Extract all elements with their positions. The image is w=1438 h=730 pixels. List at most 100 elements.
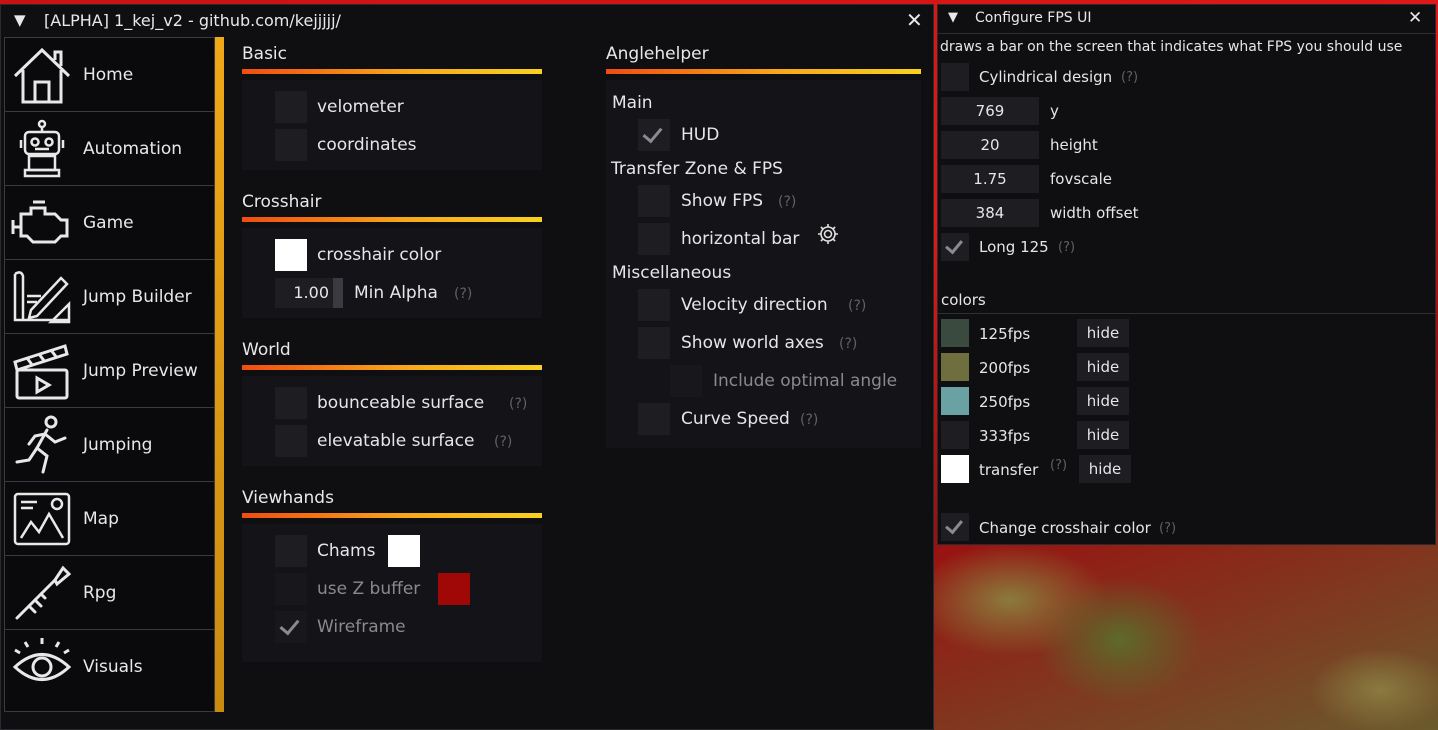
hide-button[interactable]: hide (1077, 353, 1129, 381)
sidebar-item-label: Map (83, 509, 119, 529)
width-offset-input[interactable]: 384 (941, 199, 1039, 227)
horizontal-bar-checkbox[interactable] (638, 223, 670, 255)
min-alpha-slider[interactable]: 1.00 (275, 278, 333, 308)
height-label: height (1050, 136, 1098, 154)
y-input[interactable]: 769 (941, 97, 1039, 125)
hud-label: HUD (681, 125, 720, 145)
main-subheading: Main (612, 93, 653, 113)
hide-button[interactable]: hide (1077, 387, 1129, 415)
sidebar-item-jump-preview[interactable]: Jump Preview (5, 334, 214, 408)
colors-heading: colors (941, 291, 986, 309)
home-icon (11, 44, 73, 106)
hide-button[interactable]: hide (1077, 319, 1129, 347)
color-swatch-333fps[interactable] (941, 421, 969, 449)
sidebar-item-label: Game (83, 213, 134, 233)
color-label: transfer (979, 461, 1039, 479)
help-marker[interactable]: (?) (494, 434, 512, 450)
hud-checkbox[interactable] (638, 119, 670, 151)
fovscale-input[interactable]: 1.75 (941, 165, 1039, 193)
velocity-direction-checkbox[interactable] (638, 289, 670, 321)
help-marker[interactable]: (?) (1058, 240, 1075, 255)
show-fps-checkbox[interactable] (638, 185, 670, 217)
collapse-arrow-icon[interactable]: ▼ (14, 11, 26, 29)
chams-checkbox[interactable] (275, 535, 307, 567)
include-optimal-angle-checkbox[interactable] (670, 365, 702, 397)
sidebar-item-jump-builder[interactable]: Jump Builder (5, 260, 214, 334)
help-marker[interactable]: (?) (1121, 70, 1138, 85)
long125-label: Long 125 (979, 238, 1049, 256)
gear-icon[interactable] (816, 222, 840, 246)
zbuffer-checkbox[interactable] (275, 573, 307, 605)
fps-description: draws a bar on the screen that indicates… (940, 39, 1403, 55)
color-swatch-transfer[interactable] (941, 455, 969, 483)
velocity-direction-label: Velocity direction (681, 295, 828, 315)
long125-checkbox[interactable] (941, 233, 969, 261)
sidebar-item-map[interactable]: Map (5, 482, 214, 556)
colors-divider (938, 313, 1435, 314)
zbuffer-color-swatch[interactable] (438, 573, 470, 605)
color-swatch-200fps[interactable] (941, 353, 969, 381)
blueprint-pencil-icon (11, 266, 73, 328)
crosshair-color-swatch[interactable] (275, 239, 307, 271)
sidebar-item-label: Jump Builder (83, 287, 192, 307)
fovscale-label: fovscale (1050, 170, 1112, 188)
world-heading: World (242, 340, 291, 360)
sidebar-item-game[interactable]: Game (5, 186, 214, 260)
running-person-icon (11, 414, 73, 476)
help-marker[interactable]: (?) (800, 412, 818, 428)
wireframe-checkbox[interactable] (275, 611, 307, 643)
change-crosshair-checkbox[interactable] (941, 513, 969, 541)
sidebar-item-label: Automation (83, 139, 183, 159)
min-alpha-slider-grip[interactable] (333, 278, 343, 308)
main-titlebar[interactable]: ▼ [ALPHA] 1_kej_v2 - github.com/kejjjjj/… (1, 5, 933, 37)
chams-color-swatch[interactable] (388, 535, 420, 567)
hide-button[interactable]: hide (1077, 421, 1129, 449)
configure-fps-window: ▼ Configure FPS UI ✕ draws a bar on the … (937, 4, 1436, 545)
collapse-arrow-icon[interactable]: ▼ (948, 10, 958, 25)
velometer-label: velometer (317, 97, 404, 117)
y-label: y (1050, 102, 1059, 120)
sidebar-item-jumping[interactable]: Jumping (5, 408, 214, 482)
elevatable-checkbox[interactable] (275, 425, 307, 457)
elevatable-label: elevatable surface (317, 431, 475, 451)
help-marker[interactable]: (?) (839, 336, 857, 352)
close-icon[interactable]: ✕ (1408, 8, 1422, 28)
show-world-axes-checkbox[interactable] (638, 327, 670, 359)
help-marker[interactable]: (?) (454, 286, 472, 302)
misc-subheading: Miscellaneous (612, 263, 732, 283)
height-input[interactable]: 20 (941, 131, 1039, 159)
eye-icon (11, 636, 73, 698)
color-swatch-250fps[interactable] (941, 387, 969, 415)
help-marker[interactable]: (?) (509, 396, 527, 412)
sidebar-item-visuals[interactable]: Visuals (5, 630, 214, 704)
clapperboard-icon (11, 340, 73, 402)
wireframe-label: Wireframe (317, 617, 406, 637)
color-label: 333fps (979, 427, 1031, 445)
bounceable-checkbox[interactable] (275, 387, 307, 419)
section-divider (242, 69, 542, 74)
basic-heading: Basic (242, 44, 288, 64)
width-offset-label: width offset (1050, 204, 1139, 222)
velometer-checkbox[interactable] (275, 91, 307, 123)
curve-speed-checkbox[interactable] (638, 403, 670, 435)
sidebar-accent-bar (215, 37, 224, 712)
help-marker[interactable]: (?) (848, 298, 866, 314)
sidebar-item-rpg[interactable]: Rpg (5, 556, 214, 630)
window-title: [ALPHA] 1_kej_v2 - github.com/kejjjjj/ (44, 11, 341, 30)
section-divider (242, 513, 542, 518)
coordinates-label: coordinates (317, 135, 417, 155)
color-swatch-125fps[interactable] (941, 319, 969, 347)
min-alpha-label: Min Alpha (354, 283, 438, 303)
crosshair-color-label: crosshair color (317, 245, 442, 265)
sidebar-item-automation[interactable]: Automation (5, 112, 214, 186)
color-label: 125fps (979, 325, 1031, 343)
help-marker[interactable]: (?) (1159, 521, 1176, 536)
help-marker[interactable]: (?) (1050, 458, 1067, 473)
robot-icon (11, 118, 73, 180)
close-icon[interactable]: ✕ (906, 10, 923, 30)
sidebar-item-home[interactable]: Home (5, 38, 214, 112)
help-marker[interactable]: (?) (778, 194, 796, 210)
coordinates-checkbox[interactable] (275, 129, 307, 161)
hide-button[interactable]: hide (1079, 455, 1131, 483)
cylindrical-checkbox[interactable] (941, 63, 969, 91)
